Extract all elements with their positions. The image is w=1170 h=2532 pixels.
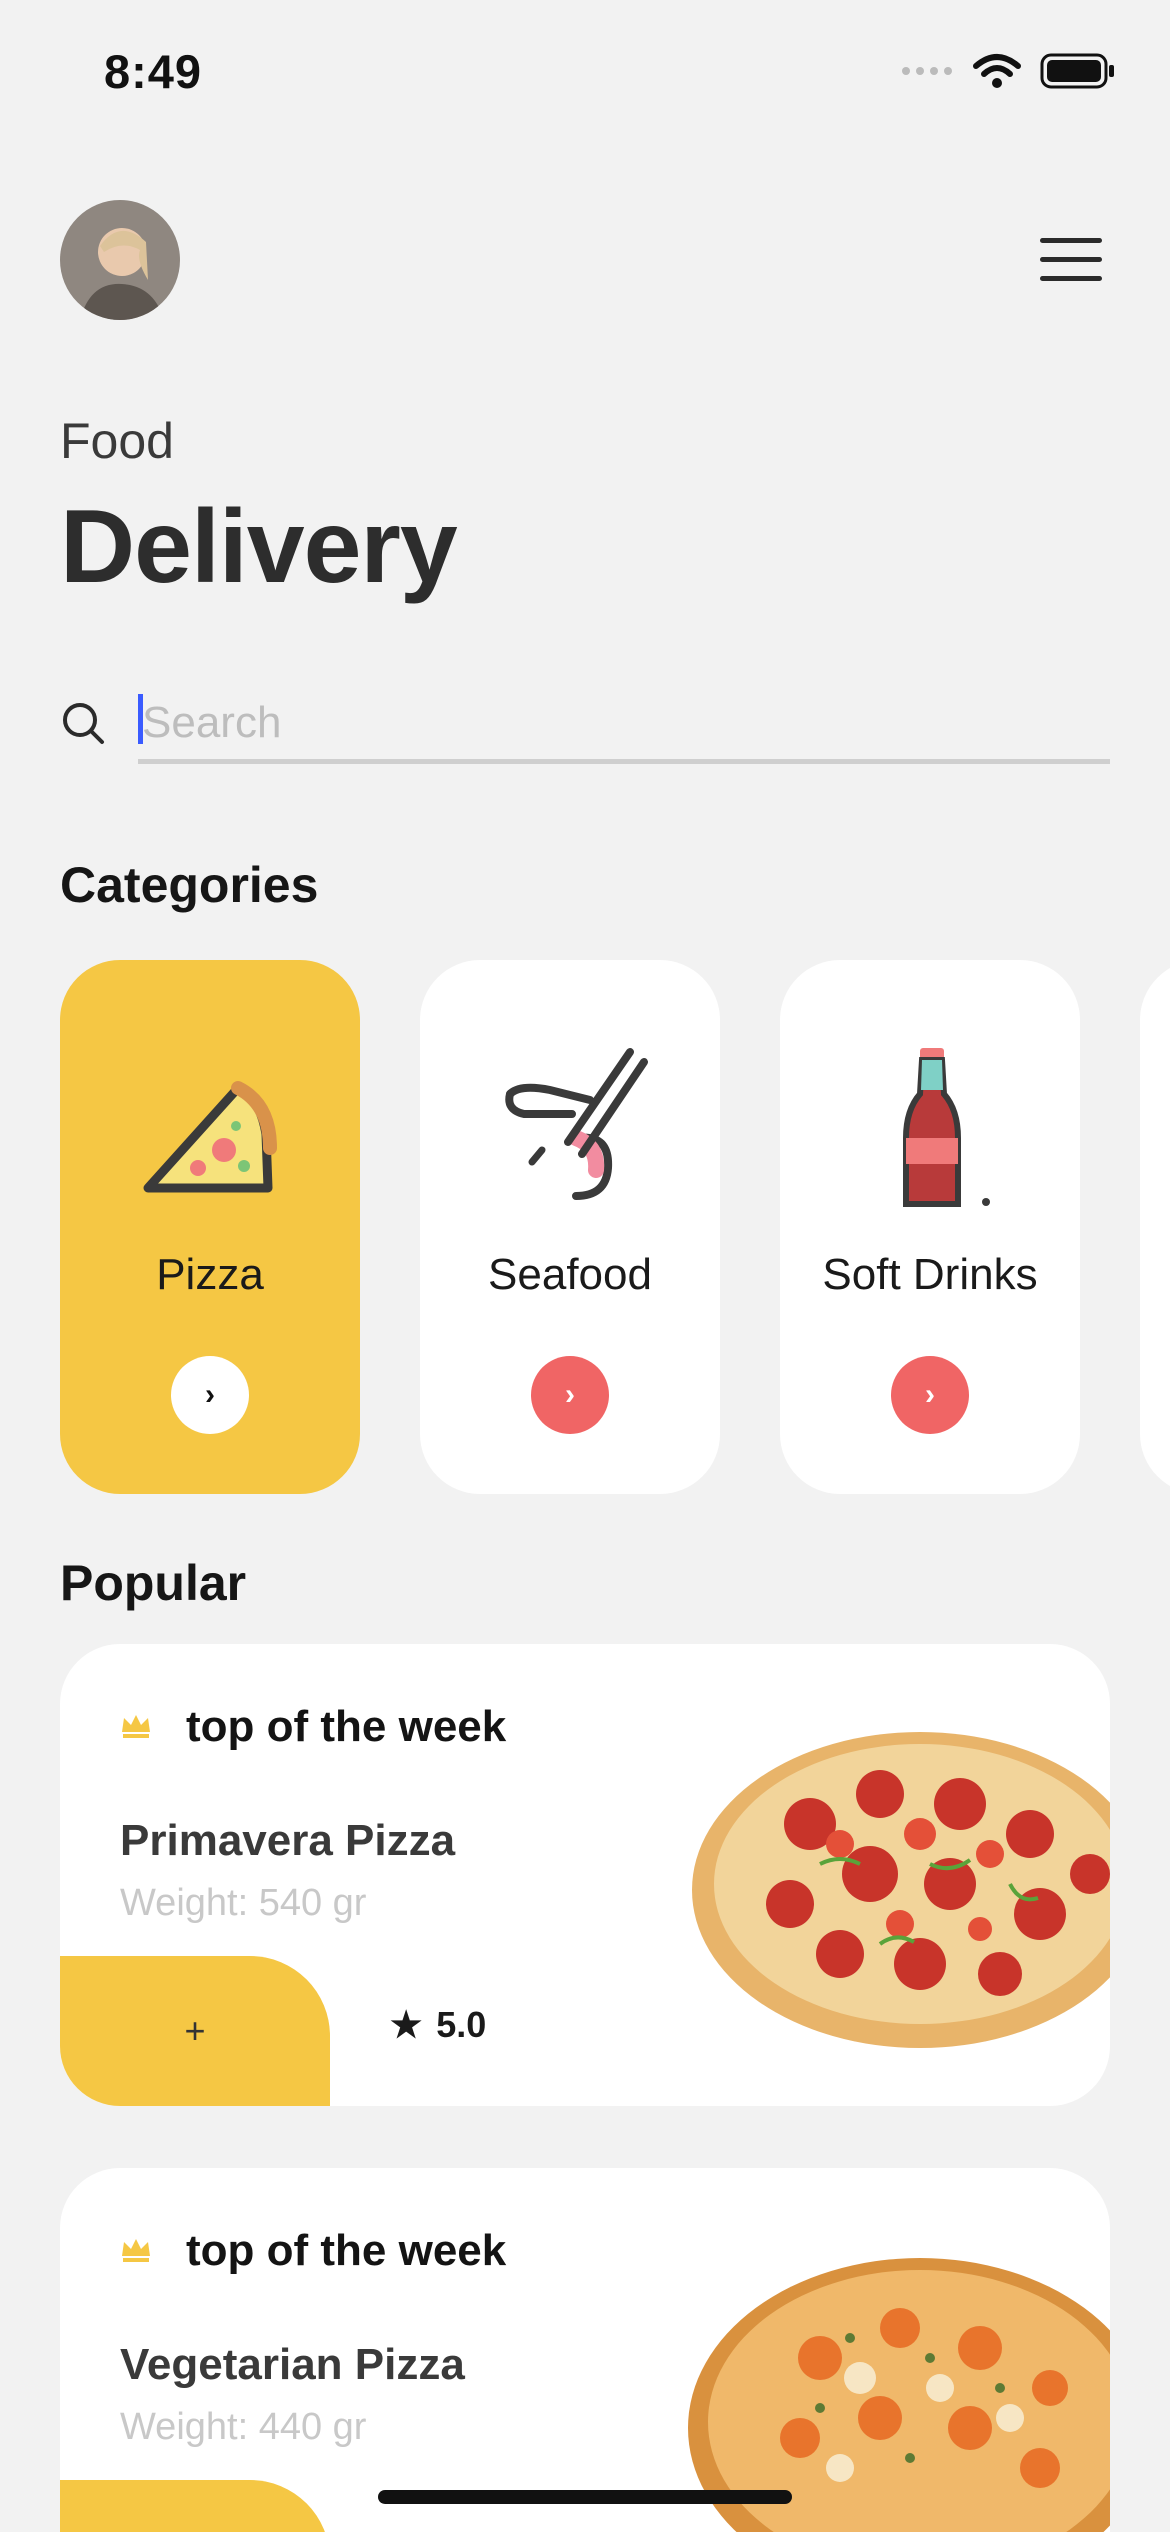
add-to-cart-button[interactable]: + — [60, 2480, 330, 2532]
popular-item-card[interactable]: top of the week Primavera Pizza Weight: … — [60, 1644, 1110, 2106]
shrimp-icon — [505, 1048, 648, 1200]
crown-icon — [122, 2239, 150, 2262]
page-subtitle: Food — [60, 413, 174, 469]
pizza-icon — [143, 1081, 277, 1193]
category-card-seafood[interactable]: Seafood › — [420, 960, 720, 1494]
popular-item-name: Primavera Pizza — [120, 1816, 456, 1865]
category-label: Pizza — [156, 1250, 264, 1299]
rating: ★ 5.0 — [390, 2004, 486, 2046]
chevron-right-icon[interactable]: › — [531, 1356, 609, 1434]
chevron-right-icon[interactable]: › — [171, 1356, 249, 1434]
soda-bottle-icon — [903, 1048, 990, 1207]
text-cursor — [138, 694, 143, 744]
search-icon — [63, 703, 104, 744]
category-label: Soft Drinks — [822, 1250, 1038, 1299]
page-title: Delivery — [60, 489, 458, 605]
popular-item-name: Vegetarian Pizza — [120, 2340, 465, 2389]
battery-icon — [1040, 53, 1114, 89]
status-bar: 8:49 — [0, 0, 1170, 150]
home-indicator — [378, 2490, 792, 2504]
vegetarian-pizza-image — [688, 2258, 1110, 2532]
category-card-pizza[interactable]: Pizza › — [60, 960, 360, 1494]
popular-tag: top of the week — [186, 1702, 507, 1751]
hamburger-menu-icon[interactable] — [1040, 238, 1102, 284]
pepperoni-pizza-image — [692, 1732, 1110, 2048]
popular-item-card[interactable]: top of the week Vegetarian Pizza Weight:… — [60, 2168, 1110, 2532]
popular-tag: top of the week — [186, 2226, 507, 2275]
chevron-right-icon[interactable]: › — [891, 1356, 969, 1434]
category-card-partial[interactable] — [1140, 960, 1170, 1494]
crown-icon — [122, 1715, 150, 1738]
popular-item-weight: Weight: 440 gr — [120, 2406, 367, 2448]
avatar[interactable] — [60, 200, 180, 320]
category-card-soft-drinks[interactable]: Soft Drinks › — [780, 960, 1080, 1494]
wifi-icon — [973, 54, 1021, 88]
popular-item-weight: Weight: 540 gr — [120, 1882, 367, 1924]
categories-list: Pizza › Seafood › Soft Drinks › — [60, 960, 1170, 1494]
status-time: 8:49 — [104, 45, 203, 98]
category-label: Seafood — [488, 1250, 652, 1299]
status-icons — [900, 52, 1116, 90]
cellular-signal-icon — [902, 67, 952, 75]
add-to-cart-button[interactable]: + — [60, 1956, 330, 2106]
search-input[interactable] — [138, 686, 1110, 764]
rating-value: 5.0 — [436, 2004, 487, 2045]
categories-heading: Categories — [60, 857, 319, 913]
star-icon: ★ — [390, 2004, 423, 2045]
popular-heading: Popular — [60, 1555, 247, 1611]
